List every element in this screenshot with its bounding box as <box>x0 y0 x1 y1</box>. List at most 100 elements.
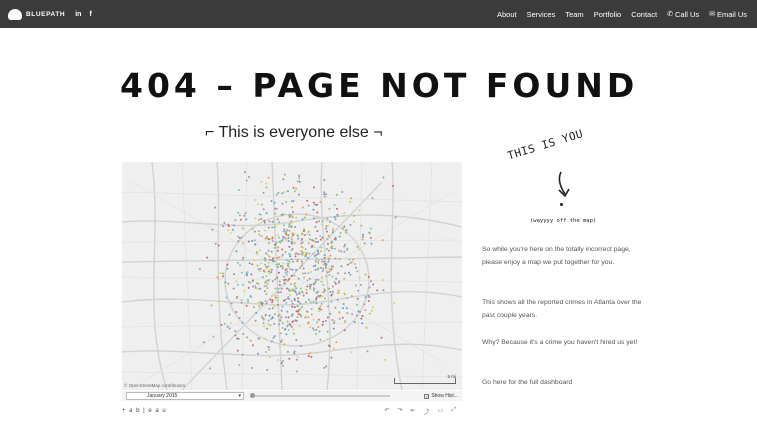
crime-point <box>251 263 253 265</box>
nav-contact[interactable]: Contact <box>631 10 657 19</box>
crime-point <box>264 222 266 224</box>
crime-point <box>264 300 266 302</box>
map-attribution[interactable]: © OpenStreetMap contributors <box>124 383 185 388</box>
crime-point <box>267 346 269 348</box>
crime-point <box>264 290 266 292</box>
crime-point <box>294 351 296 353</box>
nav-about[interactable]: About <box>497 10 517 19</box>
redo-icon[interactable]: ↷ <box>397 407 402 416</box>
crime-point <box>278 221 280 223</box>
comment-icon[interactable]: ▭ <box>438 407 444 416</box>
crime-point <box>260 301 262 303</box>
crime-point <box>311 246 313 248</box>
crime-point <box>319 305 321 307</box>
crime-point <box>237 284 239 286</box>
crime-point <box>359 311 361 313</box>
crime-point <box>272 236 274 238</box>
crime-point <box>286 311 288 313</box>
checkbox-icon[interactable]: ✓ <box>424 394 429 399</box>
revert-icon[interactable]: ⇤ <box>410 407 415 416</box>
crime-point <box>331 268 333 270</box>
crime-point <box>316 302 318 304</box>
crime-point <box>282 327 284 329</box>
crime-point <box>320 250 322 252</box>
crime-point <box>278 323 280 325</box>
brand[interactable]: BLUEPATH <box>8 9 65 20</box>
crime-point <box>353 215 355 217</box>
crime-point <box>306 200 308 202</box>
crime-point <box>283 343 285 345</box>
crime-point <box>297 253 299 255</box>
map-canvas[interactable] <box>122 162 462 390</box>
linkedin-icon[interactable]: in <box>75 11 81 18</box>
crime-point <box>369 313 371 315</box>
crime-point <box>325 193 327 195</box>
crime-point <box>291 300 293 302</box>
crime-point <box>296 371 298 373</box>
crime-point <box>242 284 244 286</box>
dashboard-link[interactable]: Go here for the full dashboard <box>482 377 652 390</box>
crime-map[interactable]: © OpenStreetMap contributors 5 mi <box>122 162 462 390</box>
crime-point <box>258 337 260 339</box>
crime-point <box>331 301 333 303</box>
crime-point <box>288 278 290 280</box>
tableau-logo[interactable]: + a b | e a u <box>122 408 167 414</box>
crime-point <box>282 262 284 264</box>
show-history-toggle[interactable]: ✓ Show Hist... <box>424 393 458 399</box>
crime-point <box>290 236 292 238</box>
facebook-icon[interactable]: f <box>89 11 91 18</box>
nav-services[interactable]: Services <box>527 10 556 19</box>
crime-point <box>243 215 245 217</box>
crime-point <box>331 265 333 267</box>
crime-point <box>284 251 286 253</box>
crime-point <box>297 235 299 237</box>
crime-point <box>284 328 286 330</box>
crime-point <box>323 179 325 181</box>
crime-point <box>315 238 317 240</box>
crime-point <box>303 277 305 279</box>
crime-point <box>316 212 318 214</box>
fullscreen-icon[interactable]: ⤢ <box>451 407 456 416</box>
crime-point <box>306 311 308 313</box>
crime-point <box>293 333 295 335</box>
crime-point <box>273 305 275 307</box>
crime-point <box>360 284 362 286</box>
crime-point <box>268 250 270 252</box>
crime-point <box>323 191 325 193</box>
slider-knob[interactable] <box>250 393 255 398</box>
nav-call-us[interactable]: ✆Call Us <box>667 10 699 19</box>
crime-point <box>287 321 289 323</box>
crime-point <box>314 246 316 248</box>
crime-point <box>294 282 296 284</box>
crime-point <box>279 284 281 286</box>
intro-paragraph: So while you're here on the totally inco… <box>482 244 652 269</box>
crime-point <box>292 261 294 263</box>
nav-portfolio[interactable]: Portfolio <box>594 10 622 19</box>
crime-point <box>269 356 271 358</box>
crime-point <box>346 229 348 231</box>
crime-point <box>280 332 282 334</box>
crime-point <box>285 279 287 281</box>
nav-team[interactable]: Team <box>565 10 583 19</box>
crime-point <box>350 197 352 199</box>
crime-point <box>223 222 225 224</box>
date-slider[interactable] <box>250 395 390 397</box>
crime-point <box>269 256 271 258</box>
share-icon[interactable]: ⤴ <box>424 407 430 416</box>
crime-point <box>315 269 317 271</box>
crime-point <box>300 250 302 252</box>
crime-point <box>289 268 291 270</box>
crime-point <box>321 220 323 222</box>
crime-point <box>286 271 288 273</box>
crime-point <box>278 263 280 265</box>
crime-point <box>312 327 314 329</box>
date-select[interactable]: January 2015 ▾ <box>126 392 244 400</box>
crime-point <box>242 228 244 230</box>
undo-icon[interactable]: ↶ <box>384 407 389 416</box>
crime-point <box>382 289 384 291</box>
crime-point <box>343 215 345 217</box>
crime-point <box>256 251 258 253</box>
nav-email-us[interactable]: ✉Email Us <box>709 10 747 19</box>
crime-point <box>212 336 214 338</box>
crime-point <box>333 348 335 350</box>
